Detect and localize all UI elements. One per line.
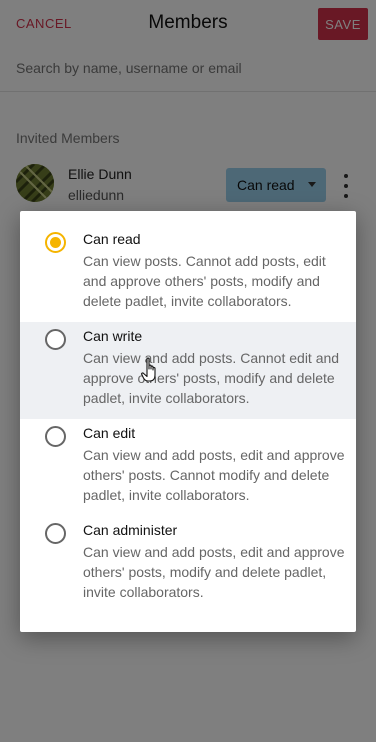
permission-option-can-edit[interactable]: Can edit Can view and add posts, edit an…: [20, 419, 356, 516]
permission-option-title: Can write: [83, 328, 143, 344]
permission-option-can-administer[interactable]: Can administer Can view and add posts, e…: [20, 516, 356, 613]
permission-option-description: Can view and add posts, edit and approve…: [83, 447, 345, 503]
hand-pointer-cursor-icon: [141, 357, 156, 382]
permission-option-description: Can view and add posts, edit and approve…: [83, 544, 345, 600]
permission-option-description: Can view and add posts. Cannot edit and …: [83, 350, 340, 406]
permission-option-title: Can administer: [83, 522, 178, 538]
permission-option-can-read[interactable]: Can read Can view posts. Cannot add post…: [20, 225, 356, 322]
permission-option-title: Can read: [83, 231, 141, 247]
radio-unselected-icon[interactable]: [45, 523, 66, 544]
permission-option-description: Can view posts. Cannot add posts, edit a…: [83, 253, 326, 309]
permission-option-can-write[interactable]: Can write Can view and add posts. Cannot…: [20, 322, 356, 419]
radio-selected-icon[interactable]: [45, 232, 66, 253]
radio-unselected-icon[interactable]: [45, 426, 66, 447]
permission-option-title: Can edit: [83, 425, 136, 441]
permission-dialog: Can read Can view posts. Cannot add post…: [20, 211, 356, 632]
radio-unselected-icon[interactable]: [45, 329, 66, 350]
